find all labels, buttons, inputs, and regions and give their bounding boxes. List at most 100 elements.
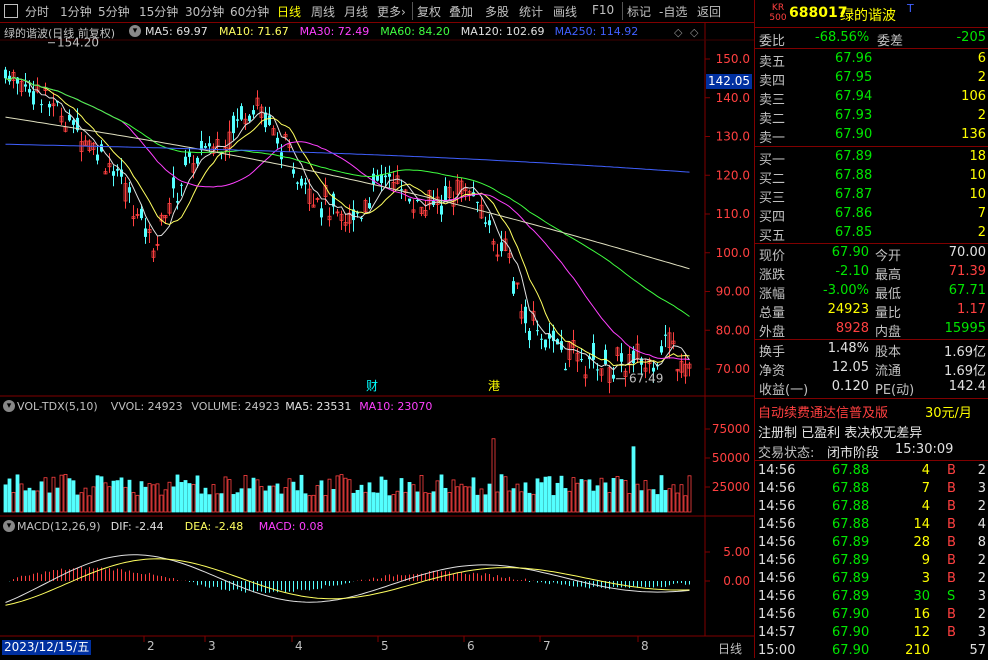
quote-label: 今开 bbox=[875, 249, 902, 264]
volume-bar bbox=[7, 478, 12, 513]
buy-price: 67.86 bbox=[835, 206, 873, 221]
quote-row: 卖三 67.94 106 bbox=[755, 88, 988, 108]
quote-value: 67.90 bbox=[831, 245, 869, 260]
volume-chevron-icon[interactable]: ▾ bbox=[3, 400, 15, 412]
volume-bar bbox=[347, 479, 352, 513]
volume-bar bbox=[659, 475, 664, 513]
tick-count: 3 bbox=[977, 481, 986, 496]
quote-row[interactable]: 自动续费通达信普及版 30元/月 bbox=[755, 401, 988, 421]
candle-body bbox=[276, 137, 279, 144]
weicha-value: -205 bbox=[956, 30, 986, 45]
period-label[interactable]: 日线 bbox=[718, 640, 742, 657]
quote-row: 15:00 67.90 210 57 bbox=[755, 642, 988, 660]
tick-time: 14:56 bbox=[758, 553, 796, 568]
volume-bar bbox=[163, 489, 168, 513]
tick-time: 14:56 bbox=[758, 589, 796, 604]
toolbar-item-8[interactable]: 月线 bbox=[344, 3, 368, 19]
toolbar-item-12[interactable]: 多股 bbox=[485, 3, 509, 19]
volume-bar bbox=[147, 483, 152, 513]
candle-body bbox=[500, 242, 503, 252]
fund-value: 142.4 bbox=[948, 379, 986, 394]
volume-bar bbox=[623, 480, 628, 513]
chevron-down-icon[interactable]: ▾ bbox=[129, 25, 141, 37]
quote-value: 70.00 bbox=[948, 245, 986, 260]
candle-body bbox=[580, 359, 583, 361]
volume-bar bbox=[475, 494, 480, 513]
quote-value: 8928 bbox=[835, 321, 869, 336]
toolbar-item-0[interactable]: 分时 bbox=[25, 3, 49, 19]
volume-bar bbox=[239, 488, 244, 513]
candle-body bbox=[240, 106, 243, 120]
toolbar-item-18[interactable]: 返回 bbox=[697, 3, 721, 19]
toolbar-item-16[interactable]: 标记 bbox=[627, 3, 651, 19]
tick-volume: 210 bbox=[905, 643, 930, 658]
toolbar-item-10[interactable]: 复权 bbox=[417, 3, 441, 19]
toolbar-item-14[interactable]: 画线 bbox=[553, 3, 577, 19]
volume-bar bbox=[71, 480, 76, 513]
weibi-label: 委比 bbox=[759, 34, 786, 49]
candle-body bbox=[28, 89, 31, 93]
volume-bar bbox=[287, 478, 292, 513]
tick-count: 57 bbox=[969, 643, 986, 658]
quote-label: 外盘 bbox=[759, 325, 786, 340]
volume-bar bbox=[643, 480, 648, 513]
divider bbox=[755, 48, 988, 49]
toolbar-item-6[interactable]: 日线 bbox=[277, 3, 301, 19]
toolbar-item-7[interactable]: 周线 bbox=[311, 3, 335, 19]
main-chart[interactable]: 150.0 140.0 130.0 120.0 110.0 100.0 90.00 80.00… bbox=[0, 22, 755, 658]
toolbar-item-13[interactable]: 统计 bbox=[519, 3, 543, 19]
candle-body bbox=[24, 84, 27, 87]
toolbar-item-2[interactable]: 5分钟 bbox=[98, 3, 130, 19]
volume-bar bbox=[263, 490, 268, 513]
toolbar-item-9[interactable]: 更多› bbox=[377, 3, 406, 19]
ma-line-120 bbox=[5, 116, 690, 270]
toolbar-item-17[interactable]: -自选 bbox=[659, 3, 687, 19]
diamond-icon[interactable]: ◇ bbox=[674, 26, 682, 39]
sell-volume: 136 bbox=[961, 127, 986, 142]
legend-item: DIF: -2.44 bbox=[110, 520, 164, 533]
volume-bar bbox=[607, 492, 612, 513]
candle-body bbox=[488, 220, 491, 226]
legend-item: MA10: 71.67 bbox=[219, 25, 289, 38]
quote-row: 14:56 67.89 3 B 2 bbox=[755, 570, 988, 588]
volume-bar bbox=[519, 491, 524, 513]
sell-volume: 106 bbox=[961, 89, 986, 104]
quote-value: 1.17 bbox=[957, 302, 986, 317]
tick-time: 14:56 bbox=[758, 535, 796, 550]
tick-volume: 7 bbox=[921, 481, 930, 496]
volume-bar bbox=[527, 492, 532, 513]
candle-body bbox=[360, 217, 363, 219]
macd-chevron-icon[interactable]: ▾ bbox=[3, 520, 15, 532]
toolbar-item-4[interactable]: 30分钟 bbox=[185, 3, 224, 19]
candle-body bbox=[384, 175, 387, 178]
quote-row: 换手 1.48% 股本 1.69亿 bbox=[755, 340, 988, 360]
volume-bar bbox=[487, 483, 492, 513]
volume-bar bbox=[399, 478, 404, 513]
tick-time: 14:56 bbox=[758, 499, 796, 514]
toolbar-item-1[interactable]: 1分钟 bbox=[60, 3, 92, 19]
volume-bar bbox=[651, 489, 656, 513]
toolbar-item-11[interactable]: 叠加 bbox=[449, 3, 473, 19]
tick-time: 14:56 bbox=[758, 463, 796, 478]
toolbar-item-3[interactable]: 15分钟 bbox=[139, 3, 178, 19]
candle-body bbox=[612, 374, 615, 379]
event-mark-hk: 港 bbox=[488, 379, 500, 393]
volume-bar bbox=[423, 492, 428, 513]
volume-bar bbox=[363, 491, 368, 513]
volume-bar bbox=[343, 477, 348, 513]
price-tick-label: 70.00 bbox=[716, 362, 750, 376]
ma-line-250 bbox=[5, 143, 690, 173]
volume-bar bbox=[131, 492, 136, 513]
toolbar-item-15[interactable]: F10 bbox=[592, 3, 614, 19]
quote-row: 总量 24923 量比 1.17 bbox=[755, 301, 988, 321]
candle-body bbox=[96, 154, 99, 161]
volume-bar bbox=[127, 479, 132, 513]
volume-bar bbox=[531, 493, 536, 513]
volume-bar bbox=[559, 475, 564, 513]
toolbar-item-5[interactable]: 60分钟 bbox=[230, 3, 269, 19]
volume-bar bbox=[95, 475, 100, 513]
volume-bar bbox=[111, 480, 116, 513]
menu-icon[interactable] bbox=[4, 4, 18, 18]
settings-diamond-icon[interactable]: ◇ bbox=[690, 26, 698, 39]
candle-body bbox=[512, 281, 515, 294]
